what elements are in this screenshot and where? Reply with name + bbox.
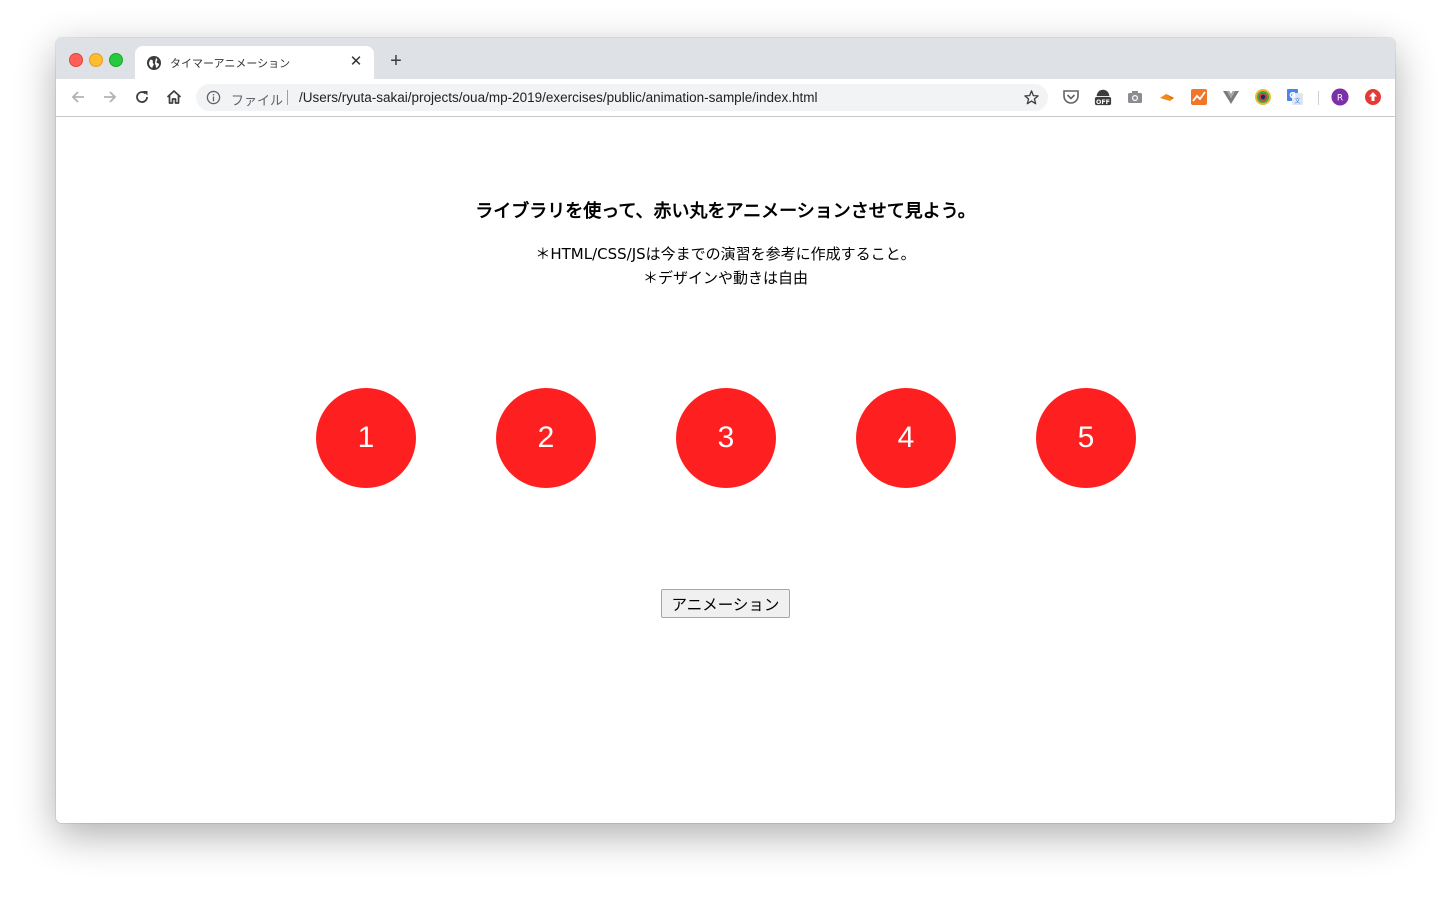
address-divider (287, 90, 288, 105)
home-button[interactable] (164, 87, 184, 107)
animation-button[interactable]: アニメーション (661, 589, 790, 618)
instruction-note: ＊デザインや動きは自由 (642, 269, 808, 287)
reload-button[interactable] (132, 87, 152, 107)
page-content: ライブラリを使って、赤い丸をアニメーションさせて見よう。 ＊HTML/CSS/J… (56, 117, 1395, 823)
info-icon[interactable] (206, 90, 221, 105)
globe-icon (147, 56, 161, 70)
reload-icon (136, 91, 148, 103)
home-icon (166, 90, 182, 104)
window-close-button[interactable] (69, 53, 83, 67)
analytics-extension-icon[interactable] (1190, 88, 1208, 106)
instruction-note: ＊HTML/CSS/JSは今までの演習を参考に作成すること。 (535, 245, 916, 263)
camera-icon[interactable] (1126, 88, 1144, 106)
red-circle: 3 (676, 388, 776, 488)
toolbar-divider (1318, 91, 1319, 105)
adblock-off-icon[interactable]: OFF (1094, 88, 1112, 106)
bookmark-star-icon[interactable] (1023, 89, 1040, 106)
orange-extension-icon[interactable] (1158, 88, 1176, 106)
new-tab-button[interactable]: + (386, 51, 406, 71)
pocket-icon[interactable] (1062, 88, 1080, 106)
url-text[interactable]: /Users/ryuta-sakai/projects/oua/mp-2019/… (299, 90, 817, 105)
vue-devtools-icon[interactable] (1222, 88, 1240, 106)
color-picker-icon[interactable] (1254, 88, 1272, 106)
arrow-left-icon (71, 91, 84, 103)
browser-tab[interactable]: タイマーアニメーション ✕ (135, 46, 374, 79)
adblock-badge-text: OFF (1096, 99, 1110, 106)
page-heading: ライブラリを使って、赤い丸をアニメーションさせて見よう。 (475, 201, 976, 222)
tab-title: タイマーアニメーション (170, 57, 291, 70)
window-zoom-button[interactable] (109, 53, 123, 67)
address-bar[interactable]: ファイル /Users/ryuta-sakai/projects/oua/mp-… (196, 84, 1048, 111)
browser-toolbar: ファイル /Users/ryuta-sakai/projects/oua/mp-… (56, 79, 1395, 117)
red-circle: 4 (856, 388, 956, 488)
google-translate-icon[interactable]: G文 (1286, 88, 1304, 106)
update-icon[interactable] (1364, 88, 1382, 106)
red-circle: 2 (496, 388, 596, 488)
red-circle: 1 (316, 388, 416, 488)
profile-initial: R (1337, 94, 1343, 104)
back-button[interactable] (68, 87, 88, 107)
red-circle: 5 (1036, 388, 1136, 488)
arrow-right-icon (104, 91, 117, 103)
svg-text:文: 文 (1294, 97, 1300, 105)
scheme-label: ファイル (231, 94, 284, 109)
tab-strip: タイマーアニメーション ✕ + (56, 38, 1395, 79)
forward-button[interactable] (100, 87, 120, 107)
tab-close-icon[interactable]: ✕ (348, 54, 364, 70)
window-minimize-button[interactable] (89, 53, 103, 67)
browser-window: タイマーアニメーション ✕ + ファイル /Users/ryuta-sakai/… (56, 38, 1395, 823)
profile-avatar[interactable]: R (1331, 88, 1349, 106)
